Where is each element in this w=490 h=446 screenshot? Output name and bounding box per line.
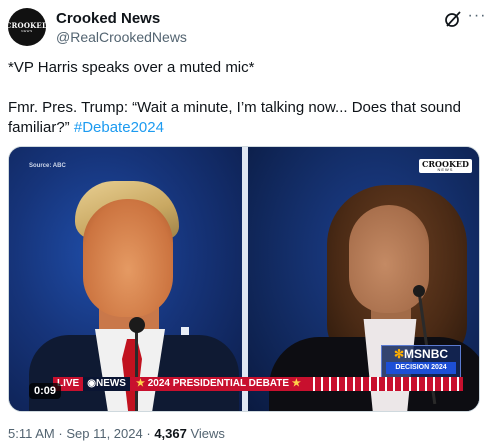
left-mic-stem: [135, 329, 138, 411]
account-name[interactable]: Crooked News: [56, 10, 160, 27]
avatar[interactable]: CROOKED NEWS: [5, 8, 49, 46]
source-label: Source: ABC: [29, 163, 66, 169]
lower-third-stripe: [306, 377, 463, 391]
more-options-icon[interactable]: ···: [466, 8, 488, 30]
event-title: 2024 PRESIDENTIAL DEBATE: [147, 378, 290, 389]
peacock-icon: ✻: [393, 347, 405, 361]
meta-separator: ·: [58, 426, 63, 441]
tweet-header: CROOKED NEWS Crooked News @RealCrookedNe…: [5, 8, 485, 48]
account-handle[interactable]: @RealCrookedNews: [56, 29, 187, 45]
network-name: MSNBC: [404, 347, 449, 361]
video-player[interactable]: Source: ABC CROOKED NEWS ✻MSNBC DECISION…: [8, 146, 480, 412]
lapel-pin: [181, 327, 189, 335]
meta-separator-2: ·: [146, 426, 151, 441]
star-icon: ★: [135, 378, 148, 389]
video-duration: 0:09: [29, 383, 62, 399]
decision-banner: DECISION 2024: [386, 362, 456, 374]
news-network-text: NEWS: [95, 378, 126, 389]
left-speaker-face: [83, 199, 173, 317]
watermark-logo: CROOKED NEWS: [419, 159, 472, 173]
right-microphone: [413, 285, 425, 297]
lower-third-banner: LIVE ◉NEWS ★ 2024 PRESIDENTIAL DEBATE ★: [53, 377, 463, 391]
grok-icon[interactable]: [444, 10, 462, 28]
star-icon-right: ★: [289, 378, 301, 389]
tweet-line-1: *VP Harris speaks over a muted mic*: [8, 59, 255, 76]
views-count: 4,367: [154, 426, 187, 441]
event-label: ★ 2024 PRESIDENTIAL DEBATE ★: [129, 377, 307, 391]
news-network-label: ◉NEWS: [83, 377, 130, 391]
tweet-date[interactable]: Sep 11, 2024: [66, 426, 142, 441]
avatar-subtext: NEWS: [21, 28, 33, 33]
split-screen-divider: [242, 147, 248, 411]
left-microphone: [129, 317, 145, 333]
tweet-metadata: 5:11 AM · Sep 11, 2024 · 4,367 Views: [8, 426, 225, 441]
network-bug: ✻MSNBC DECISION 2024: [381, 345, 461, 379]
network-eye-icon: ◉: [87, 378, 96, 389]
tweet-text: *VP Harris speaks over a muted mic* Fmr.…: [8, 58, 478, 138]
avatar-text: CROOKED: [5, 20, 49, 30]
views-label: Views: [190, 426, 225, 441]
tweet-time[interactable]: 5:11 AM: [8, 426, 55, 441]
hashtag-link[interactable]: #Debate2024: [74, 119, 164, 136]
